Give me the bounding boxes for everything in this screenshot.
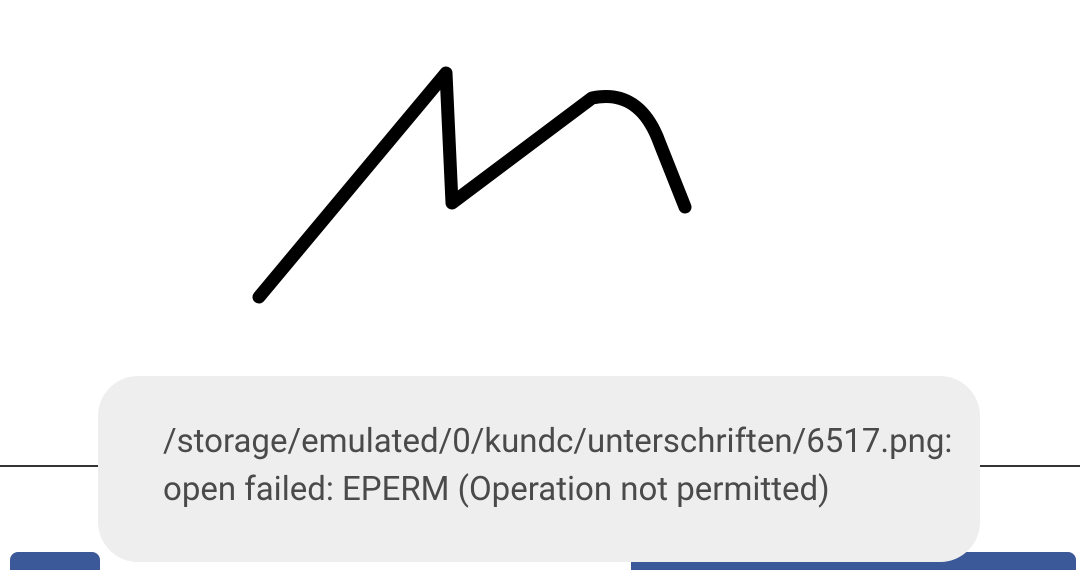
- error-toast: /storage/emulated/0/kundc/unterschriften…: [98, 376, 980, 562]
- toast-text: /storage/emulated/0/kundc/unterschriften…: [163, 422, 952, 509]
- left-button[interactable]: [10, 552, 100, 570]
